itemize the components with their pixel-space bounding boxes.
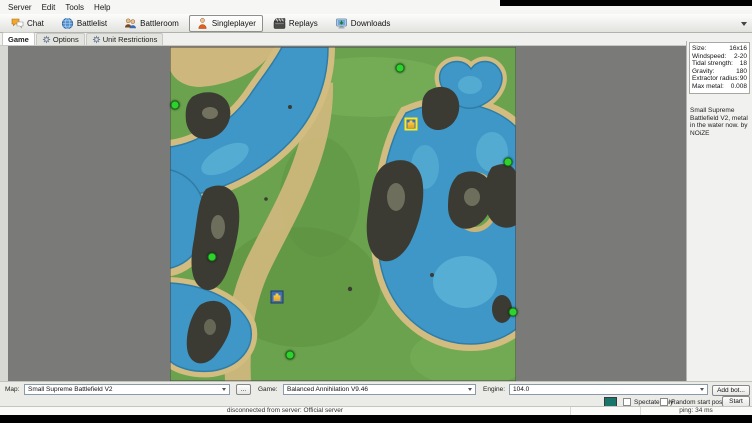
gear-icon bbox=[92, 35, 101, 44]
ping-status: ping: 34 ms bbox=[640, 407, 751, 415]
map-info-panel: Size:16x16 Windspeed:2-20 Tidal strength… bbox=[686, 41, 752, 381]
game-label: Game: bbox=[258, 386, 278, 393]
subtab-bar: Game Options Unit Restrictions bbox=[0, 33, 752, 46]
spectate-only-checkbox[interactable] bbox=[623, 398, 631, 406]
random-start-checkbox[interactable] bbox=[660, 398, 668, 406]
toolbar-overflow-icon[interactable] bbox=[741, 22, 747, 26]
subtab-options-label: Options bbox=[53, 35, 79, 44]
add-bot-button[interactable]: Add bot... bbox=[712, 385, 750, 396]
bot-icon bbox=[274, 293, 281, 301]
subtab-unit-restrictions-label: Unit Restrictions bbox=[103, 35, 158, 44]
left-gutter bbox=[0, 46, 8, 381]
game-combobox[interactable]: Balanced Annihilation V9.46 bbox=[283, 384, 476, 395]
map-stats-box: Size:16x16 Windspeed:2-20 Tidal strength… bbox=[689, 42, 750, 94]
map-description: Small Supreme Battlefield V2, metal in t… bbox=[690, 107, 749, 137]
menu-tools[interactable]: Tools bbox=[60, 2, 89, 13]
tab-chat[interactable]: Chat bbox=[4, 15, 51, 32]
stat-tidal: Tidal strength:18 bbox=[692, 60, 747, 68]
download-icon bbox=[335, 17, 348, 30]
users-icon bbox=[124, 17, 137, 30]
globe-icon bbox=[61, 17, 74, 30]
tab-singleplayer[interactable]: Singleplayer bbox=[189, 15, 263, 32]
tab-replays[interactable]: Replays bbox=[266, 15, 325, 32]
start-position-marker[interactable] bbox=[286, 351, 295, 360]
bottom-controls: Map: Small Supreme Battlefield V2 ... Ga… bbox=[0, 381, 752, 406]
start-position-marker[interactable] bbox=[509, 308, 518, 317]
map-combobox-value: Small Supreme Battlefield V2 bbox=[28, 386, 113, 393]
map-markers-layer bbox=[170, 47, 516, 381]
tab-battleroom[interactable]: Battleroom bbox=[117, 15, 186, 32]
stat-gravity: Gravity:180 bbox=[692, 68, 747, 76]
main-toolbar: Chat Battlelist Battleroom Singleplayer … bbox=[0, 14, 752, 33]
stat-size: Size:16x16 bbox=[692, 45, 747, 53]
chat-icon bbox=[11, 17, 24, 30]
minimap-preview[interactable] bbox=[170, 47, 516, 381]
film-clapper-icon bbox=[273, 17, 286, 30]
start-position-marker[interactable] bbox=[504, 158, 513, 167]
chevron-down-icon bbox=[700, 388, 704, 391]
chevron-down-icon bbox=[222, 388, 226, 391]
tab-singleplayer-label: Singleplayer bbox=[212, 19, 256, 28]
map-browse-button[interactable]: ... bbox=[236, 384, 251, 395]
map-combobox[interactable]: Small Supreme Battlefield V2 bbox=[24, 384, 230, 395]
stat-extractor: Extractor radius:90 bbox=[692, 75, 747, 83]
engine-combobox-value: 104.0 bbox=[513, 386, 529, 393]
start-position-marker[interactable] bbox=[396, 64, 405, 73]
bot-marker[interactable] bbox=[405, 118, 418, 131]
subtab-options[interactable]: Options bbox=[36, 33, 85, 45]
tab-replays-label: Replays bbox=[289, 19, 318, 28]
menu-edit[interactable]: Edit bbox=[37, 2, 61, 13]
connection-status: disconnected from server: Official serve… bbox=[0, 407, 571, 415]
tab-battlelist[interactable]: Battlelist bbox=[54, 15, 114, 32]
subtab-game[interactable]: Game bbox=[2, 32, 35, 45]
engine-combobox[interactable]: 104.0 bbox=[509, 384, 708, 395]
tab-battleroom-label: Battleroom bbox=[140, 19, 179, 28]
desktop-background-strip bbox=[0, 415, 752, 423]
desktop-background-strip bbox=[500, 0, 752, 6]
chevron-down-icon bbox=[468, 388, 472, 391]
tab-downloads[interactable]: Downloads bbox=[328, 15, 398, 32]
game-combobox-value: Balanced Annihilation V9.46 bbox=[287, 386, 368, 393]
player-icon bbox=[196, 17, 209, 30]
menu-help[interactable]: Help bbox=[89, 2, 115, 13]
start-position-marker[interactable] bbox=[171, 101, 180, 110]
menu-server[interactable]: Server bbox=[3, 2, 37, 13]
stat-windspeed: Windspeed:2-20 bbox=[692, 53, 747, 61]
map-label: Map: bbox=[5, 386, 19, 393]
subtab-game-label: Game bbox=[8, 35, 29, 44]
tab-battlelist-label: Battlelist bbox=[77, 19, 107, 28]
bot-icon bbox=[408, 120, 415, 128]
stat-maxmetal: Max metal:0.008 bbox=[692, 83, 747, 91]
engine-label: Engine: bbox=[483, 386, 505, 393]
tab-chat-label: Chat bbox=[27, 19, 44, 28]
start-position-marker[interactable] bbox=[208, 253, 217, 262]
tab-downloads-label: Downloads bbox=[351, 19, 391, 28]
gear-icon bbox=[42, 35, 51, 44]
map-panel bbox=[8, 46, 686, 381]
subtab-unit-restrictions[interactable]: Unit Restrictions bbox=[86, 33, 164, 45]
bot-marker[interactable] bbox=[271, 291, 284, 304]
status-bar: disconnected from server: Official serve… bbox=[0, 406, 752, 415]
